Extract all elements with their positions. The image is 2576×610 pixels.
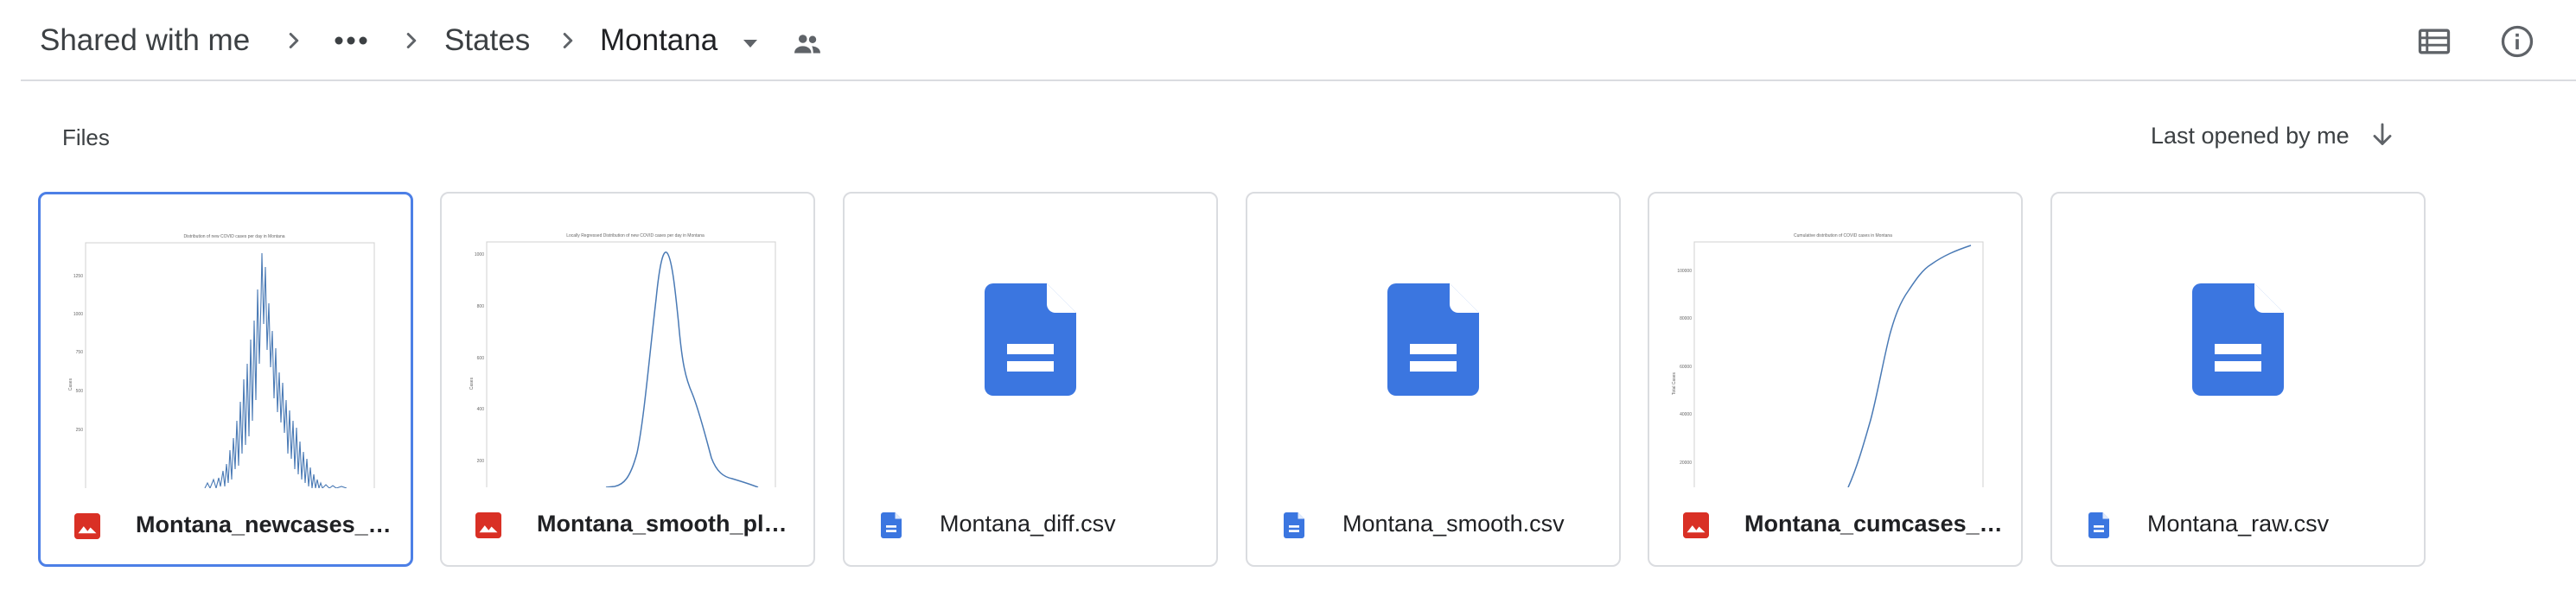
document-file-icon [881,512,902,538]
file-thumbnail [2052,194,2424,487]
cumcases-plot-preview: Cumulative distribution of COVID cases i… [1672,233,1984,487]
drive-folder-view: Shared with me States Montana Files Last… [0,0,2576,610]
image-file-icon [475,512,501,538]
svg-text:1250: 1250 [73,274,83,279]
chevron-right-icon [289,33,299,48]
file-thumbnail: Distribution of new COVID cases per day … [41,194,411,488]
svg-text:750: 750 [76,350,84,355]
svg-text:600: 600 [477,356,485,361]
file-name: Montana_raw.csv [2147,511,2330,537]
plot-title: Distribution of new COVID cases per day … [184,234,285,239]
image-file-icon [74,513,100,539]
file-card-footer: Montana_smooth_plot.... [442,487,813,565]
plot-ylabel: Cases [469,377,475,390]
newcases-plot-preview: Distribution of new COVID cases per day … [68,234,375,488]
svg-text:800: 800 [477,304,485,309]
breadcrumb-states[interactable]: States [444,21,530,60]
file-name: Montana_diff.csv [940,511,1116,537]
plot-ylabel: Cases [68,378,73,391]
plot-ylabel: Total Cases [1672,372,1677,395]
breadcrumb: Shared with me States Montana [21,0,2576,81]
sort-option[interactable]: Last opened by me [2151,121,2350,150]
svg-text:40000: 40000 [1680,412,1692,417]
smooth-plot-preview: Locally Regressed Distribution of new CO… [469,233,776,487]
arrow-downward-icon[interactable] [2367,119,2398,150]
list-view-icon[interactable] [2415,22,2453,60]
file-card[interactable]: Montana_smooth.csv [1246,192,1621,567]
chevron-right-icon [406,33,417,48]
file-card-footer: Montana_smooth.csv [1247,487,1619,565]
document-preview-icon [985,283,1076,396]
file-name: Montana_smooth.csv [1342,511,1565,537]
svg-text:1000: 1000 [475,252,484,257]
svg-text:500: 500 [76,389,84,394]
more-horiz-icon[interactable] [332,27,370,54]
file-thumbnail: Locally Regressed Distribution of new CO… [442,194,813,487]
file-name: Montana_cumcases_pl... [1744,511,2004,537]
document-file-icon [2088,512,2109,538]
file-thumbnail [845,194,1216,487]
image-file-icon [1683,512,1709,538]
file-card[interactable]: Montana_raw.csv [2050,192,2426,567]
file-thumbnail: Cumulative distribution of COVID cases i… [1649,194,2021,487]
info-icon[interactable] [2498,22,2536,60]
file-card-footer: Montana_raw.csv [2052,487,2424,565]
files-section-label: Files [62,124,110,150]
document-file-icon [1284,512,1304,538]
svg-text:400: 400 [477,407,485,412]
breadcrumb-shared-with-me[interactable]: Shared with me [40,21,250,60]
svg-text:60000: 60000 [1680,365,1692,370]
svg-text:200: 200 [477,459,485,464]
file-card[interactable]: Locally Regressed Distribution of new CO… [440,192,815,567]
file-name: Montana_newcases_plo... [136,512,395,537]
file-thumbnail [1247,194,1619,487]
arrow-drop-down-icon[interactable] [740,33,761,54]
file-card-footer: Montana_cumcases_pl... [1649,487,2021,565]
svg-text:250: 250 [76,428,84,433]
file-card[interactable]: Montana_diff.csv [843,192,1218,567]
document-preview-icon [2192,283,2284,396]
breadcrumb-current-montana[interactable]: Montana [600,21,717,60]
file-card[interactable]: Distribution of new COVID cases per day … [38,192,413,567]
svg-text:20000: 20000 [1680,461,1692,466]
svg-text:1000: 1000 [73,312,83,317]
plot-title: Locally Regressed Distribution of new CO… [566,233,705,238]
file-card-footer: Montana_diff.csv [845,487,1216,565]
file-name: Montana_smooth_plot.... [537,511,796,537]
document-preview-icon [1387,283,1479,396]
people-icon [794,35,820,54]
chevron-right-icon [563,33,573,48]
file-card[interactable]: Cumulative distribution of COVID cases i… [1648,192,2023,567]
svg-text:80000: 80000 [1680,316,1692,321]
file-card-footer: Montana_newcases_plo... [41,488,411,564]
svg-text:100000: 100000 [1677,269,1692,274]
plot-title: Cumulative distribution of COVID cases i… [1794,233,1892,238]
